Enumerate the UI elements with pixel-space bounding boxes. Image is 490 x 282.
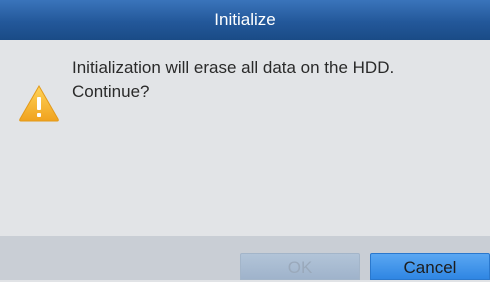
message-line-2: Continue? bbox=[72, 82, 150, 101]
ok-button[interactable]: OK bbox=[240, 253, 360, 280]
dialog-title: Initialize bbox=[0, 0, 490, 40]
message-line-1: Initialization will erase all data on th… bbox=[72, 58, 395, 77]
dialog-body: Initialization will erase all data on th… bbox=[0, 40, 490, 236]
warning-icon bbox=[19, 84, 59, 122]
initialize-dialog: Initialize Initialization will erase all… bbox=[0, 0, 490, 280]
dialog-message: Initialization will erase all data on th… bbox=[72, 56, 472, 104]
cancel-button[interactable]: Cancel bbox=[370, 253, 490, 280]
